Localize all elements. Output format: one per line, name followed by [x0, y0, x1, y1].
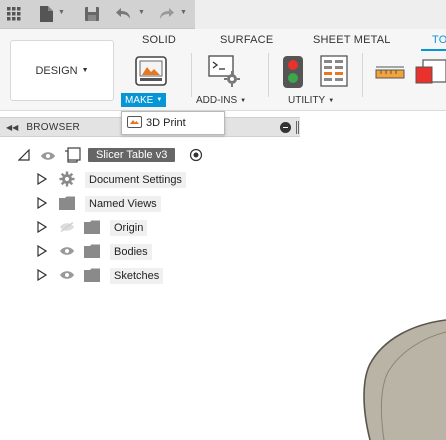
3d-print-icon [127, 115, 142, 131]
traffic-light-icon[interactable] [282, 55, 304, 92]
undo-caret-icon[interactable]: ▼ [138, 9, 145, 16]
menu-item-3d-print[interactable]: 3D Print [127, 115, 186, 131]
browser-item-label: Origin [110, 220, 148, 236]
quick-access-bar: ▼ ▼ ▼ [0, 0, 446, 29]
save-icon[interactable] [84, 5, 100, 23]
quick-access-right [195, 0, 446, 29]
collapse-triangle-icon[interactable] [18, 149, 30, 161]
utility-group-label: UTILITY [288, 95, 326, 106]
group-separator [362, 53, 363, 97]
file-icon[interactable] [38, 5, 54, 23]
visibility-eye-icon[interactable] [59, 270, 75, 280]
addins-group-label: ADD-INS [196, 95, 238, 106]
minimize-panel-icon[interactable] [280, 122, 291, 133]
make-dropdown-menu: 3D Print [121, 111, 225, 135]
measure-icon[interactable] [375, 65, 405, 84]
expand-triangle-icon[interactable] [37, 245, 47, 257]
redo-caret-icon[interactable]: ▼ [180, 9, 187, 16]
activate-radio-icon[interactable] [189, 148, 203, 162]
spreadsheet-icon[interactable] [320, 55, 348, 90]
browser-item-label: Bodies [110, 244, 152, 260]
expand-triangle-icon[interactable] [37, 221, 47, 233]
panel-resize-handle[interactable] [296, 121, 299, 134]
folder-icon [84, 244, 100, 258]
workspace-switcher-button[interactable]: DESIGN ▼ [10, 40, 114, 101]
menu-item-label: 3D Print [146, 117, 186, 129]
expand-triangle-icon[interactable] [37, 197, 47, 209]
expand-triangle-icon[interactable] [37, 173, 47, 185]
collapse-panel-icon[interactable]: ◀◀ [6, 123, 18, 132]
folder-icon [59, 196, 75, 210]
app-grid-icon[interactable] [6, 5, 22, 23]
folder-icon [84, 268, 100, 282]
undo-icon[interactable] [116, 5, 132, 23]
folder-icon [84, 220, 100, 234]
hidden-eye-icon[interactable] [59, 222, 75, 232]
interference-icon[interactable] [415, 57, 446, 90]
tab-sheet-metal[interactable]: SHEET METAL [313, 34, 391, 46]
gear-icon [59, 171, 75, 187]
redo-icon[interactable] [158, 5, 174, 23]
make-group-label: MAKE [125, 94, 154, 106]
model-body[interactable] [362, 316, 446, 440]
chevron-down-icon: ▼ [156, 97, 163, 103]
expand-triangle-icon[interactable] [37, 269, 47, 281]
file-caret-icon[interactable]: ▼ [58, 9, 65, 16]
browser-item-label: Document Settings [85, 172, 186, 188]
group-separator [268, 53, 269, 97]
scripts-addins-icon[interactable] [208, 55, 240, 90]
tab-surface[interactable]: SURFACE [220, 34, 273, 46]
workspace-switcher-label: DESIGN [35, 64, 78, 77]
chevron-down-icon: ▼ [81, 67, 89, 74]
browser-item-label: Named Views [85, 196, 161, 212]
visibility-eye-icon[interactable] [40, 151, 56, 161]
active-tab-indicator [421, 49, 446, 51]
tab-tools[interactable]: TO [432, 34, 446, 46]
tab-solid[interactable]: SOLID [142, 34, 176, 46]
component-icon [65, 147, 81, 163]
visibility-eye-icon[interactable] [59, 246, 75, 256]
browser-title: BROWSER [26, 121, 81, 133]
chevron-down-icon: ▼ [240, 97, 247, 104]
addins-group-button[interactable]: ADD-INS ▼ [196, 95, 246, 106]
utility-group-button[interactable]: UTILITY ▼ [288, 95, 334, 106]
root-component-label: Slicer Table v3 [88, 148, 176, 162]
chevron-down-icon: ▼ [328, 97, 335, 104]
browser-item-label: Sketches [110, 268, 164, 284]
toolbar-ribbon: DESIGN ▼ SOLID SURFACE SHEET METAL TO MA… [0, 29, 446, 111]
group-separator [191, 53, 192, 97]
make-group-button[interactable]: MAKE ▼ [121, 93, 167, 107]
3d-print-icon[interactable] [135, 56, 167, 89]
